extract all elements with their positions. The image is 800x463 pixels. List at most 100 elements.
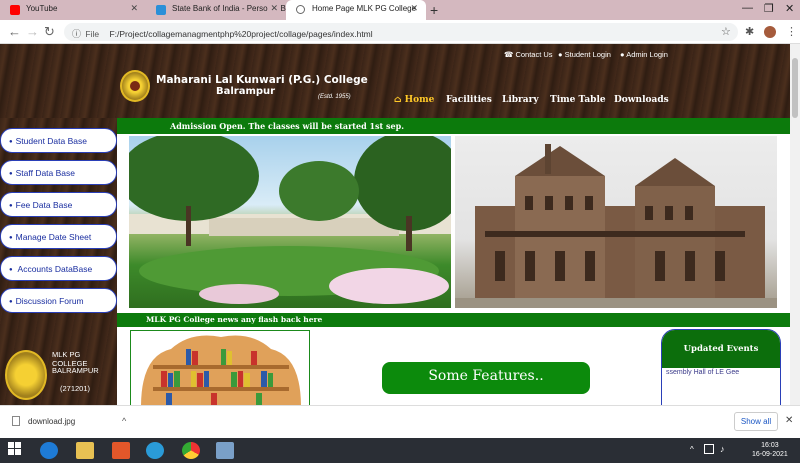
profile-avatar[interactable] xyxy=(764,26,776,38)
sidebar-item-discussion-forum[interactable]: ● Discussion Forum xyxy=(0,288,117,313)
bullet-icon: ● xyxy=(9,139,13,145)
college-palace-photo xyxy=(455,136,777,308)
nav-downloads[interactable]: Downloads xyxy=(614,95,669,105)
tab-title: YouTube xyxy=(26,4,58,13)
youtube-icon xyxy=(10,5,20,15)
close-icon[interactable]: ✕ xyxy=(410,3,418,14)
system-clock[interactable]: 16:03 16-09-2021 xyxy=(752,441,788,459)
sidebar-item-accounts-database[interactable]: ● Accounts DataBase xyxy=(0,256,117,281)
tab-title: Home Page MLK PG College xyxy=(312,4,417,13)
scrollbar-thumb[interactable] xyxy=(792,58,798,118)
minimize-icon[interactable]: — xyxy=(742,2,753,14)
sidebar-item-label: Staff Data Base xyxy=(15,168,76,178)
windows-taskbar: ^ ♪ 16:03 16-09-2021 xyxy=(0,438,800,463)
sbi-icon xyxy=(156,5,166,15)
bullet-icon: ● xyxy=(9,203,13,209)
file-explorer-icon[interactable] xyxy=(76,442,94,459)
sidebar-item-student-database[interactable]: ● Student Data Base xyxy=(0,128,117,153)
student-login-label: Student Login xyxy=(564,50,611,59)
badge-line: BALRAMPUR xyxy=(52,366,99,375)
close-icon[interactable]: ✕ xyxy=(268,3,278,14)
info-icon: ⓘ xyxy=(72,29,82,39)
updated-events-panel: Updated Events ssembly Hall of LE Gee xyxy=(661,329,781,405)
admin-login-label: Admin Login xyxy=(626,50,668,59)
sidebar: ● Student Data Base ● Staff Data Base ● Fee… xyxy=(0,118,117,405)
sidebar-item-manage-date-sheet[interactable]: ● Manage Date Sheet xyxy=(0,224,117,249)
bullet-icon: ● xyxy=(9,299,13,305)
show-all-button[interactable]: Show all xyxy=(734,412,778,431)
speaker-icon[interactable]: ♪ xyxy=(720,444,725,454)
chrome-icon[interactable] xyxy=(182,442,200,459)
bullet-icon: ● xyxy=(9,171,13,177)
events-scroll-text: ssembly Hall of LE Gee xyxy=(666,369,740,376)
phone-icon: ☎ xyxy=(504,50,514,59)
tab-home-page[interactable]: Home Page MLK PG College ✕ xyxy=(286,0,426,20)
tab-strip: YouTube ✕ State Bank of India - Personal… xyxy=(0,0,800,20)
address-scheme-label: File xyxy=(85,29,100,39)
nav-time-table[interactable]: Time Table xyxy=(550,95,606,105)
events-title: Updated Events xyxy=(662,330,780,368)
new-tab-button[interactable]: + xyxy=(430,2,438,18)
close-icon[interactable]: ✕ xyxy=(130,3,138,14)
college-city: Balrampur xyxy=(216,86,276,97)
bullet-icon: ● xyxy=(9,267,13,273)
college-seal xyxy=(5,350,47,400)
address-url[interactable]: F:/Project/collagemanagmentphp%20project… xyxy=(109,29,372,39)
clock-time: 16:03 xyxy=(761,442,779,449)
address-bar[interactable]: ⓘ File F:/Project/collagemanagmentphp%20… xyxy=(64,23,738,41)
nav-library[interactable]: Library xyxy=(502,95,539,105)
clock-date: 16-09-2021 xyxy=(752,451,788,458)
tab-youtube[interactable]: YouTube ✕ xyxy=(0,0,146,20)
close-icon[interactable]: ✕ xyxy=(785,415,793,426)
badge-line: (271201) xyxy=(60,384,91,393)
globe-icon xyxy=(296,5,305,14)
home-icon: ⌂ xyxy=(394,95,402,105)
college-name: Maharani Lal Kunwari (P.G.) College xyxy=(156,74,368,86)
download-bar: download.jpg ^ Show all ✕ xyxy=(0,405,800,438)
internet-explorer-icon[interactable] xyxy=(40,442,58,459)
sidebar-item-staff-database[interactable]: ● Staff Data Base xyxy=(0,160,117,185)
web-page: Maharani Lal Kunwari (P.G.) College Balr… xyxy=(0,44,790,405)
news-marquee: MLK PG College news any flash back here xyxy=(117,313,790,327)
chevron-up-icon[interactable]: ^ xyxy=(122,416,126,426)
library-bookshelf-image xyxy=(130,330,310,405)
sidebar-item-label: Fee Data Base xyxy=(15,200,73,210)
contact-us-link[interactable]: ☎ Contact Us xyxy=(504,50,553,59)
extensions-icon[interactable]: ✱ xyxy=(745,25,754,38)
network-icon[interactable] xyxy=(704,444,714,454)
sidebar-item-label: Manage Date Sheet xyxy=(15,232,92,242)
download-filename[interactable]: download.jpg xyxy=(28,417,75,426)
maximize-icon[interactable]: ❐ xyxy=(764,2,774,15)
menu-kebab-icon[interactable]: ⋮ xyxy=(786,25,797,38)
bullet-icon: ● xyxy=(9,235,13,241)
reload-icon[interactable]: ↻ xyxy=(44,24,55,40)
site-header: Maharani Lal Kunwari (P.G.) College Balr… xyxy=(0,44,790,118)
admin-login-link[interactable]: ● Admin Login xyxy=(620,50,668,59)
features-button[interactable]: Some Features.. xyxy=(382,362,590,394)
user-icon: ● xyxy=(558,50,563,59)
sidebar-item-label: Discussion Forum xyxy=(15,296,84,306)
forward-icon[interactable]: → xyxy=(26,24,39,39)
sidebar-item-fee-database[interactable]: ● Fee Data Base xyxy=(0,192,117,217)
contact-us-label: Contact Us xyxy=(515,50,553,59)
nav-facilities[interactable]: Facilities xyxy=(446,95,492,105)
sidebar-item-label: Accounts DataBase xyxy=(17,264,93,274)
windows-start-icon[interactable] xyxy=(8,442,26,459)
app-icon[interactable] xyxy=(216,442,234,459)
brave-browser-icon[interactable] xyxy=(112,442,130,459)
tab-sbi[interactable]: State Bank of India - Personal Ba ✕ xyxy=(146,0,286,20)
close-window-icon[interactable]: ✕ xyxy=(785,2,794,15)
back-icon[interactable]: ← xyxy=(8,24,21,39)
campus-garden-photo xyxy=(129,136,451,308)
edge-icon[interactable] xyxy=(146,442,164,459)
established-label: (Estd. 1955) xyxy=(318,94,351,100)
college-logo[interactable] xyxy=(120,70,150,102)
sidebar-college-badge: MLK PG COLLEGE BALRAMPUR (271201) xyxy=(4,344,116,405)
user-icon: ● xyxy=(620,50,625,59)
page-scrollbar[interactable] xyxy=(790,44,800,405)
student-login-link[interactable]: ● Student Login xyxy=(558,50,611,59)
nav-home[interactable]: ⌂ Home xyxy=(394,95,434,105)
bookmark-star-icon[interactable]: ☆ xyxy=(721,25,731,38)
tray-chevron-icon[interactable]: ^ xyxy=(690,445,694,454)
sidebar-item-label: Student Data Base xyxy=(15,136,87,146)
